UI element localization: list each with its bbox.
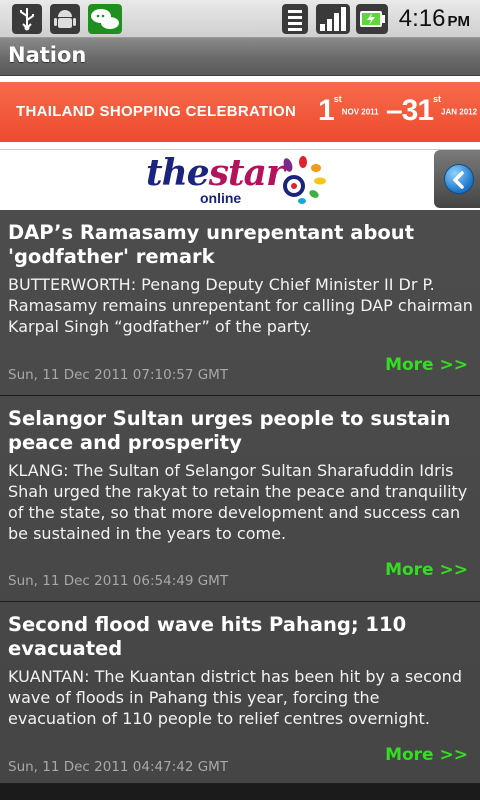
article-timestamp: Sun, 11 Dec 2011 07:10:57 GMT — [8, 367, 229, 383]
clock-time: 4:16 — [398, 5, 446, 32]
ad-date-end-day: 31 — [401, 94, 434, 127]
ad-banner[interactable]: THAILAND SHOPPING CELEBRATION 1stNOV 201… — [0, 76, 480, 150]
logo-part1: the — [146, 152, 210, 194]
wifi-icon — [282, 4, 308, 34]
chat-notification-icon — [88, 4, 122, 34]
ad-banner-dates: 1stNOV 2011 –31stJAN 2012 — [318, 94, 478, 127]
back-arrow-icon — [444, 164, 474, 194]
logo-subtitle: online — [200, 190, 242, 206]
article-summary: KLANG: The Sultan of Selangor Sultan Sha… — [8, 461, 468, 543]
publisher-logo: thestar — [146, 152, 285, 194]
star-logo-mark-icon — [283, 156, 326, 204]
publisher-logo-strip: thestar online — [0, 150, 480, 210]
android-debug-icon — [50, 4, 80, 34]
list-item-article[interactable]: Selangor Sultan urges people to sustain … — [0, 396, 480, 602]
article-summary: BUTTERWORTH: Penang Deputy Chief Ministe… — [8, 275, 473, 336]
ad-date-start-day: 1 — [318, 94, 335, 127]
article-headline[interactable]: DAP’s Ramasamy unrepentant about 'godfat… — [8, 221, 473, 269]
ad-banner-image[interactable]: THAILAND SHOPPING CELEBRATION 1stNOV 201… — [0, 82, 480, 142]
more-link[interactable]: More >> — [385, 355, 468, 375]
app-title-bar: Nation — [0, 38, 480, 76]
page-title: Nation — [8, 43, 87, 67]
list-item-article[interactable]: Second flood wave hits Pahang; 110 evacu… — [0, 602, 480, 784]
battery-charging-icon — [356, 4, 388, 34]
article-timestamp: Sun, 11 Dec 2011 04:47:42 GMT — [8, 759, 229, 775]
more-link[interactable]: More >> — [385, 560, 468, 580]
usb-icon — [12, 4, 42, 34]
more-link[interactable]: More >> — [385, 745, 468, 765]
article-timestamp: Sun, 11 Dec 2011 06:54:49 GMT — [8, 573, 229, 589]
news-feed-list[interactable]: DAP’s Ramasamy unrepentant about 'godfat… — [0, 210, 480, 784]
status-bar: 4:16 PM — [0, 0, 480, 38]
article-headline[interactable]: Second flood wave hits Pahang; 110 evacu… — [8, 613, 473, 661]
article-headline[interactable]: Selangor Sultan urges people to sustain … — [8, 407, 473, 455]
article-summary: KUANTAN: The Kuantan district has been h… — [8, 667, 462, 728]
ad-date-end-suffix: st — [433, 94, 442, 104]
bottom-edge — [0, 784, 480, 800]
clock-ampm: PM — [447, 13, 471, 30]
signal-icon — [316, 4, 350, 34]
logo-part2: star — [208, 152, 285, 194]
ad-banner-text: THAILAND SHOPPING CELEBRATION — [16, 103, 297, 120]
ad-date-start-month: NOV 2011 — [341, 107, 379, 117]
ad-date-start-suffix: st — [333, 94, 342, 104]
clock: 4:16 PM — [399, 5, 470, 33]
ad-date-end-month: JAN 2012 — [441, 107, 478, 117]
list-item-article[interactable]: DAP’s Ramasamy unrepentant about 'godfat… — [0, 210, 480, 396]
back-button[interactable] — [434, 150, 480, 208]
